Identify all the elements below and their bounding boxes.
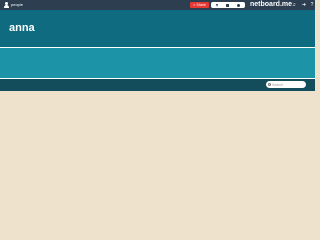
- board-content: [0, 91, 315, 210]
- share-label: Share: [196, 3, 206, 7]
- brand-logo[interactable]: netboard.me: [250, 0, 292, 10]
- help-icon[interactable]: ?: [309, 1, 315, 9]
- search-icon: [268, 83, 271, 86]
- login-icon[interactable]: ➜: [300, 1, 308, 9]
- user-icon: [3, 1, 9, 9]
- filter-icon: [215, 3, 218, 7]
- stat-lock[interactable]: [225, 3, 230, 7]
- speaker-icon[interactable]: ♫: [290, 1, 298, 9]
- board-stats: [211, 2, 245, 8]
- search-box[interactable]: [266, 81, 306, 88]
- stat-views[interactable]: [236, 3, 241, 7]
- eye-icon: [236, 3, 240, 7]
- search-input[interactable]: [272, 81, 304, 88]
- stat-filter[interactable]: [215, 3, 219, 7]
- user-menu[interactable]: people: [3, 1, 23, 9]
- top-bar: people < Share netboard.me ♫ ➜ ?: [0, 0, 315, 10]
- board-header: anna: [0, 10, 315, 47]
- user-label: people: [11, 2, 24, 7]
- board-banner: [0, 48, 315, 78]
- lock-icon: [225, 3, 229, 7]
- share-button[interactable]: < Share: [190, 2, 209, 8]
- board-title: anna: [9, 22, 35, 34]
- share-icon: <: [193, 2, 196, 7]
